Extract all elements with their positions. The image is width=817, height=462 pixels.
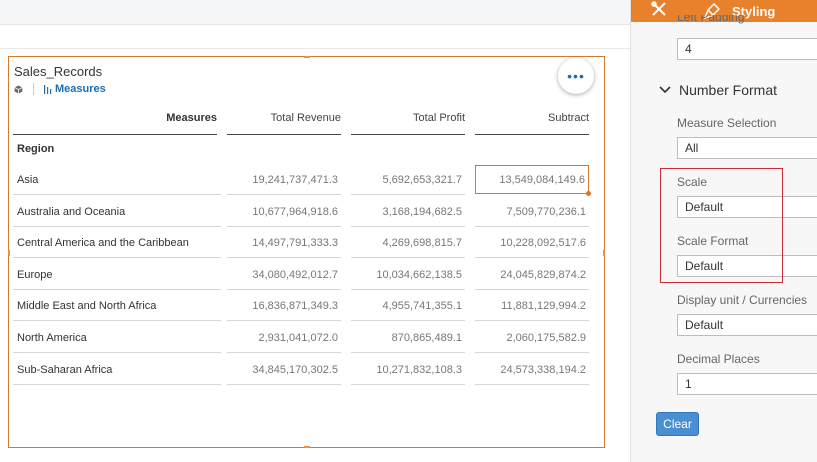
resize-handle-top[interactable] — [304, 56, 310, 58]
measures-link-label[interactable]: Measures — [55, 83, 106, 95]
display-unit-dropdown[interactable]: Default — [677, 314, 817, 336]
table-cell[interactable]: 10,034,662,138.5 — [351, 260, 465, 290]
styling-panel: Styling Left Padding 4 Number Format Mea… — [630, 0, 817, 462]
measures-link[interactable]: Measures — [44, 83, 106, 95]
table-cell[interactable]: 3,168,194,682.5 — [351, 197, 465, 227]
table-cell[interactable]: 19,241,737,471.3 — [227, 165, 341, 195]
left-padding-label-text: Left Padding — [677, 15, 745, 24]
table-cell[interactable]: 34,080,492,012.7 — [227, 260, 341, 290]
tools-icon — [650, 0, 667, 22]
model-cube-icon — [14, 84, 23, 94]
row-label[interactable]: Middle East and North Africa — [13, 291, 221, 322]
cell-resize-handle[interactable] — [586, 191, 591, 196]
table-cell[interactable]: 34,845,170,302.5 — [227, 355, 341, 385]
table-cell[interactable]: 10,271,832,108.3 — [351, 355, 465, 385]
resize-handle-bottom[interactable] — [304, 446, 310, 448]
table-cell[interactable]: 11,881,129,994.2 — [475, 291, 589, 322]
header-measures[interactable]: Measures — [13, 103, 217, 135]
row-header-region: Region — [17, 143, 55, 155]
decimal-places-dropdown[interactable]: 1 — [677, 373, 817, 395]
row-label[interactable]: Central America and the Caribbean — [13, 228, 221, 259]
table-cell[interactable]: 24,573,338,194.2 — [475, 355, 589, 385]
table-cell[interactable]: 24,045,829,874.2 — [475, 260, 589, 290]
top-toolbar — [0, 0, 630, 25]
table-cell[interactable]: 4,269,698,815.7 — [351, 228, 465, 259]
table-widget[interactable]: Sales_Records Measures ••• Measures Tota… — [8, 56, 605, 448]
subtitle-divider — [33, 83, 34, 95]
header-total-profit[interactable]: Total Profit — [351, 103, 465, 135]
widget-subtitle: Measures — [14, 82, 106, 96]
measures-icon — [44, 84, 52, 94]
highlight-annotation-box — [660, 168, 783, 283]
selected-cell[interactable]: 13,549,084,149.6 — [475, 165, 591, 196]
widget-title: Sales_Records — [14, 64, 103, 79]
row-label[interactable]: Sub-Saharan Africa — [13, 355, 221, 385]
header-total-revenue[interactable]: Total Revenue — [227, 103, 341, 135]
row-label[interactable]: Asia — [13, 165, 221, 195]
resize-handle-left[interactable] — [8, 250, 10, 256]
table-cell[interactable]: 14,497,791,333.3 — [227, 228, 341, 259]
number-format-section[interactable]: Number Format — [659, 82, 777, 98]
more-options-button[interactable]: ••• — [558, 58, 594, 94]
display-unit-label: Display unit / Currencies — [677, 293, 808, 307]
row-label[interactable]: Australia and Oceania — [13, 197, 221, 227]
resize-handle-right[interactable] — [603, 250, 605, 256]
table-cell[interactable]: 16,836,871,349.3 — [227, 291, 341, 322]
row-label[interactable]: Europe — [13, 260, 221, 290]
table-cell[interactable]: 7,509,770,236.1 — [475, 197, 589, 227]
canvas-divider — [0, 48, 630, 49]
table-cell[interactable]: 2,060,175,582.9 — [475, 323, 589, 353]
clear-button[interactable]: Clear — [656, 412, 699, 436]
table-cell[interactable]: 10,677,964,918.6 — [227, 197, 341, 227]
table-cell[interactable]: 10,228,092,517.6 — [475, 228, 589, 259]
number-format-title: Number Format — [679, 82, 778, 98]
table-cell[interactable]: 5,692,653,321.7 — [351, 165, 465, 195]
left-padding-input[interactable]: 4 — [677, 38, 817, 60]
row-label[interactable]: North America — [13, 323, 221, 353]
header-subtract[interactable]: Subtract — [475, 103, 589, 135]
measure-selection-label: Measure Selection — [677, 116, 777, 130]
table-cell[interactable]: 870,865,489.1 — [351, 323, 465, 353]
decimal-places-label: Decimal Places — [677, 352, 760, 366]
table-cell[interactable]: 4,955,741,355.1 — [351, 291, 465, 322]
left-padding-label: Left Padding — [677, 15, 744, 27]
measure-selection-dropdown[interactable]: All — [677, 137, 817, 159]
chevron-down-icon[interactable] — [659, 86, 671, 94]
table-cell[interactable]: 2,931,041,072.0 — [227, 323, 341, 353]
